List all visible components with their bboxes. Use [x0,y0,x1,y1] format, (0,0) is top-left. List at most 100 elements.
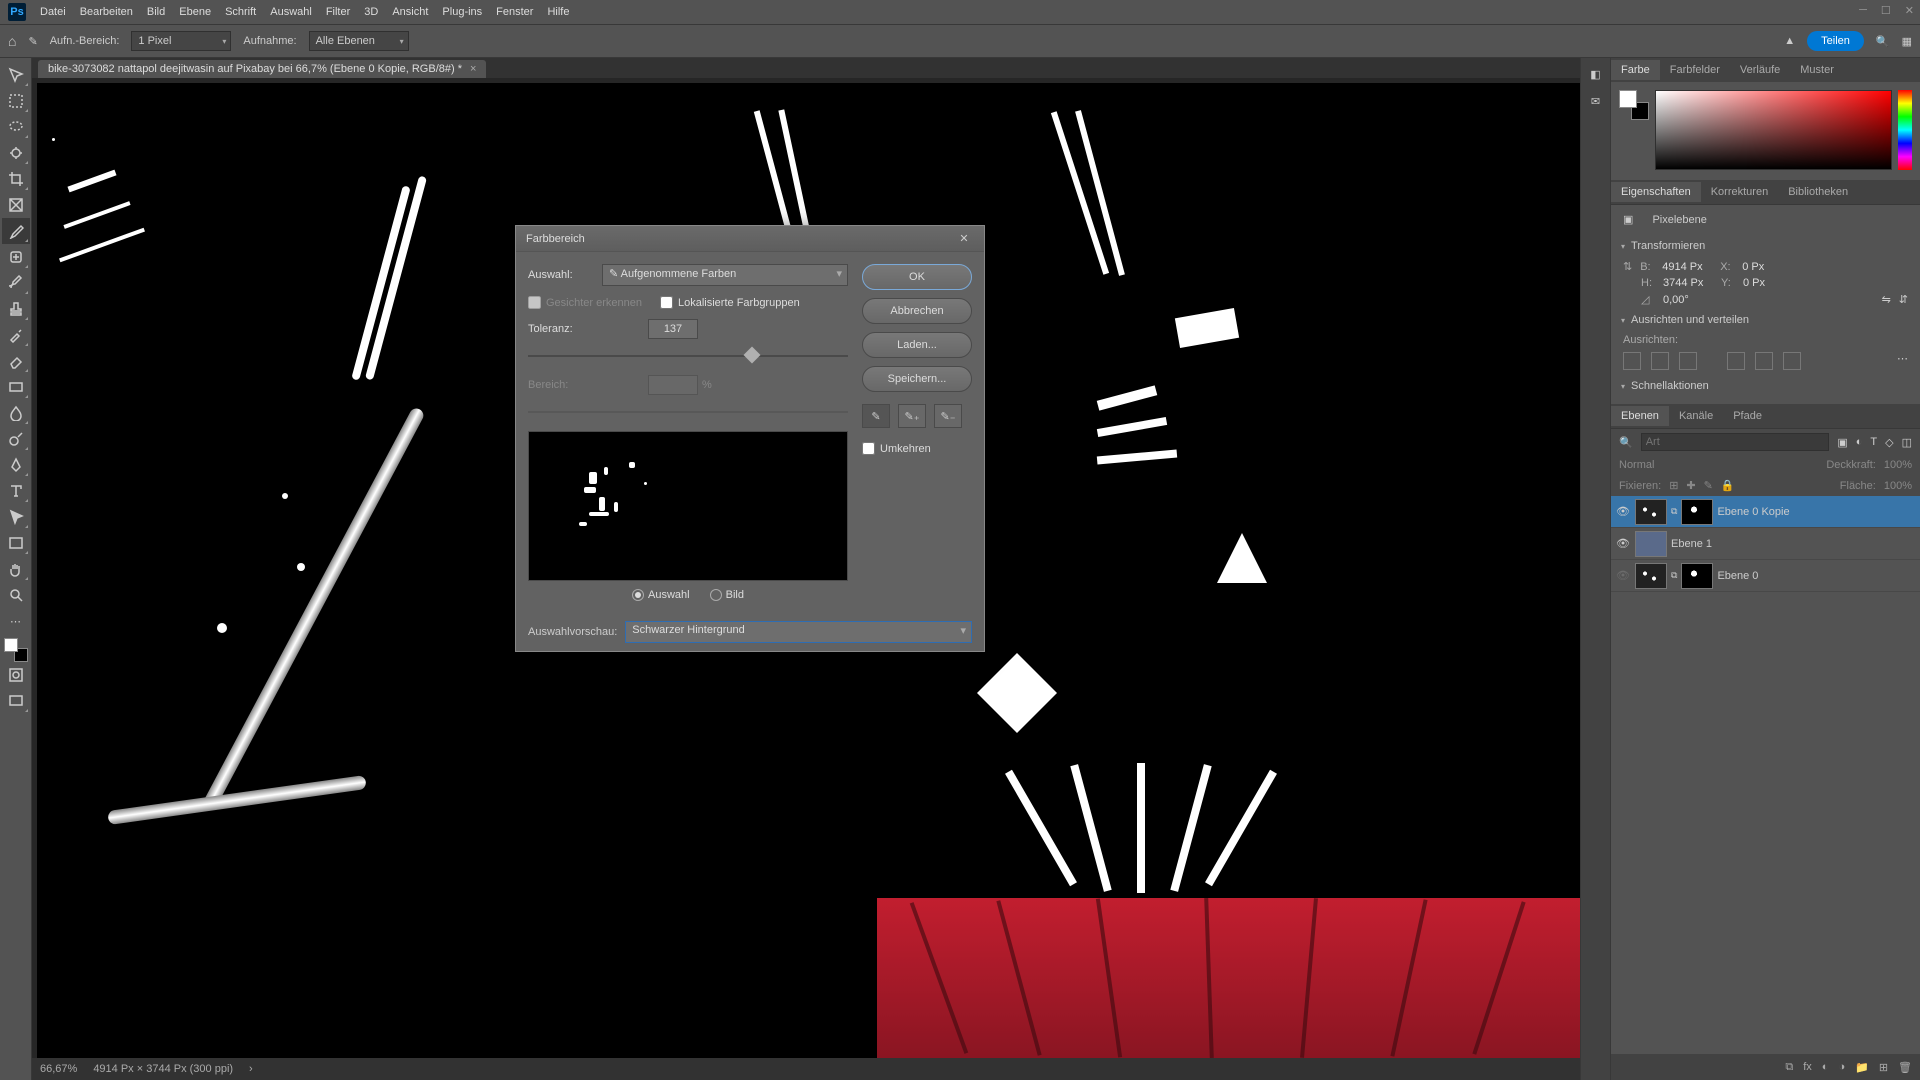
lock-pixel-icon[interactable]: ✎ [1704,479,1713,492]
menu-bild[interactable]: Bild [147,6,165,18]
rectangle-tool[interactable] [2,530,30,556]
menu-plugins[interactable]: Plug-ins [442,6,482,18]
group-icon[interactable]: 📁 [1855,1061,1869,1074]
filter-shape-icon[interactable]: ◇ [1885,436,1893,449]
window-max-icon[interactable]: ☐ [1881,4,1891,17]
menu-ansicht[interactable]: Ansicht [392,6,428,18]
menu-3d[interactable]: 3D [364,6,378,18]
type-tool[interactable] [2,478,30,504]
align-left-icon[interactable] [1623,352,1641,370]
history-brush-tool[interactable] [2,322,30,348]
tab-farbe[interactable]: Farbe [1611,60,1660,80]
window-min-icon[interactable]: ─ [1859,4,1867,17]
lock-lock-icon[interactable]: 🔒 [1721,479,1735,492]
delete-layer-icon[interactable]: 🗑 [1898,1061,1912,1074]
link-wh-icon[interactable]: ⇅ [1623,260,1632,273]
stamp-tool[interactable] [2,296,30,322]
radio-auswahl[interactable]: Auswahl [632,589,690,601]
tab-ebenen[interactable]: Ebenen [1611,406,1669,426]
share-button[interactable]: Teilen [1807,31,1864,51]
layer-thumb[interactable] [1635,531,1667,557]
sample-dropdown[interactable]: Alle Ebenen [309,31,409,51]
tab-farbfelder[interactable]: Farbfelder [1660,60,1730,80]
layer-fx-icon[interactable]: fx [1803,1061,1812,1073]
cloud-docs-icon[interactable]: ▲ [1784,35,1795,47]
close-tab-icon[interactable]: × [470,63,476,75]
eyedropper-plus-icon[interactable]: ✎₊ [898,404,926,428]
edit-toolbar[interactable]: ⋯ [2,608,30,634]
workspace-icon[interactable]: ▦ [1902,35,1912,48]
filter-smart-icon[interactable]: ◫ [1902,436,1912,449]
quick-select-tool[interactable] [2,140,30,166]
eyedropper-minus-icon[interactable]: ✎₋ [934,404,962,428]
filter-type-t-icon[interactable]: T [1870,436,1877,448]
visibility-toggle[interactable]: 👁 [1615,536,1631,552]
align-top-icon[interactable] [1727,352,1745,370]
layer-name[interactable]: Ebene 0 [1717,570,1758,582]
cancel-button[interactable]: Abbrechen [862,298,972,324]
mask-thumb[interactable] [1681,499,1713,525]
menu-hilfe[interactable]: Hilfe [547,6,569,18]
align-bottom-icon[interactable] [1783,352,1801,370]
align-vcenter-icon[interactable] [1755,352,1773,370]
dialog-close-icon[interactable]: ✕ [954,229,974,249]
frame-tool[interactable] [2,192,30,218]
tab-kanaele[interactable]: Kanäle [1669,406,1723,426]
search-icon[interactable]: 🔍 [1876,35,1890,48]
lokalisierte-checkbox[interactable]: Lokalisierte Farbgruppen [660,296,800,309]
radio-bild[interactable]: Bild [710,589,744,601]
tab-bibliotheken[interactable]: Bibliotheken [1778,182,1858,202]
flip-h-icon[interactable]: ⇋ [1882,293,1891,306]
x-value[interactable]: 0 Px [1742,261,1792,273]
dialog-titlebar[interactable]: Farbbereich ✕ [516,226,984,252]
laden-button[interactable]: Laden... [862,332,972,358]
align-more-icon[interactable]: ⋯ [1897,352,1908,370]
filter-pixel-icon[interactable]: ▣ [1837,436,1847,449]
eraser-tool[interactable] [2,348,30,374]
menu-ebene[interactable]: Ebene [179,6,211,18]
blur-tool[interactable] [2,400,30,426]
comments-panel-icon[interactable]: ✉ [1591,95,1600,108]
tab-verlaeufe[interactable]: Verläufe [1730,60,1790,80]
layer-row[interactable]: 👁 ⧉ Ebene 0 Kopie [1611,496,1920,528]
lasso-tool[interactable] [2,114,30,140]
layer-thumb[interactable] [1635,499,1667,525]
zoom-level[interactable]: 66,67% [40,1063,77,1075]
tab-eigenschaften[interactable]: Eigenschaften [1611,182,1701,202]
visibility-toggle[interactable]: 👁 [1615,504,1631,520]
move-tool[interactable] [2,62,30,88]
marquee-tool[interactable] [2,88,30,114]
link-icon[interactable]: ⧉ [1671,506,1677,517]
healing-tool[interactable] [2,244,30,270]
tab-pfade[interactable]: Pfade [1723,406,1772,426]
document-tab[interactable]: bike-3073082 nattapol deejitwasin auf Pi… [38,60,486,78]
layer-row[interactable]: 👁 ⧉ Ebene 0 [1611,560,1920,592]
filter-adj-icon[interactable]: ◐ [1856,436,1863,448]
height-value[interactable]: 3744 Px [1663,277,1713,289]
layer-row[interactable]: 👁 Ebene 1 [1611,528,1920,560]
eyedropper-tool-icon[interactable]: ✎ [28,35,37,48]
layer-mask-icon[interactable]: ◐ [1822,1061,1829,1073]
section-align[interactable]: Ausrichten und verteilen [1611,308,1920,332]
section-transform[interactable]: Transformieren [1611,234,1920,258]
home-icon[interactable]: ⌂ [8,33,16,49]
align-hcenter-icon[interactable] [1651,352,1669,370]
menu-datei[interactable]: Datei [40,6,66,18]
opacity-value[interactable]: 100% [1884,459,1912,471]
screenmode-icon[interactable] [2,688,30,714]
crop-tool[interactable] [2,166,30,192]
panel-swatches[interactable] [1619,90,1649,120]
menu-fenster[interactable]: Fenster [496,6,533,18]
adj-layer-icon[interactable]: ◑ [1838,1061,1845,1073]
eyedropper-icon[interactable]: ✎ [862,404,890,428]
width-value[interactable]: 4914 Px [1662,261,1712,273]
history-panel-icon[interactable]: ◧ [1590,68,1600,81]
angle-value[interactable]: 0,00° [1663,294,1713,306]
gradient-tool[interactable] [2,374,30,400]
sample-size-dropdown[interactable]: 1 Pixel [131,31,231,51]
menu-schrift[interactable]: Schrift [225,6,256,18]
color-swatches[interactable] [4,638,28,662]
umkehren-checkbox[interactable]: Umkehren [862,442,972,455]
auswahl-dropdown[interactable]: ✎ Aufgenommene Farben [602,264,848,286]
link-layers-icon[interactable]: ⧉ [1785,1061,1793,1074]
